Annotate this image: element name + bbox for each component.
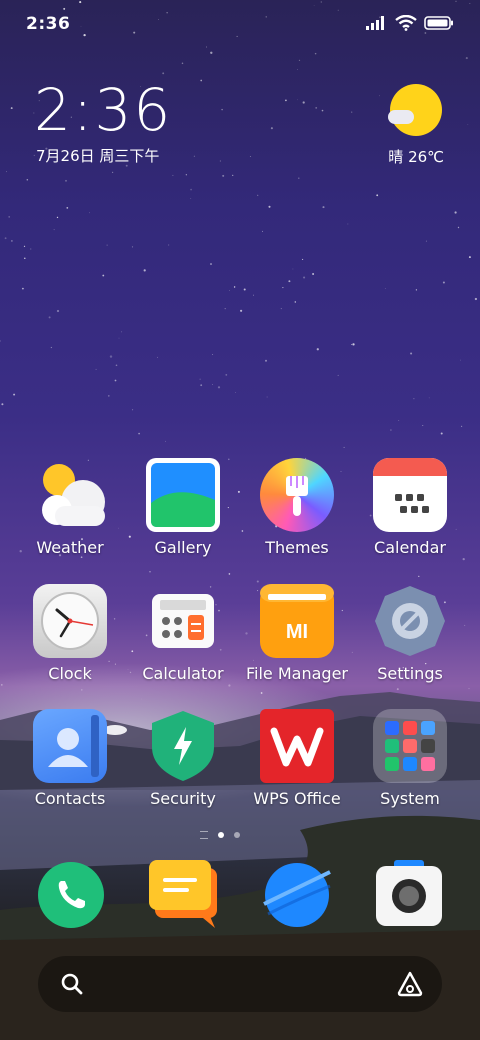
app-calendar[interactable]: Calendar xyxy=(352,458,468,557)
camera-icon xyxy=(376,860,442,926)
clock-widget-date[interactable]: 7月26日 周三下午 xyxy=(36,145,159,166)
file-manager-icon: MI xyxy=(260,584,334,658)
app-label: File Manager xyxy=(246,664,348,683)
app-label: Security xyxy=(150,789,216,808)
app-label: System xyxy=(380,789,440,808)
status-time: 2:36 xyxy=(26,14,71,34)
app-vault-icon[interactable] xyxy=(396,970,424,998)
app-file-manager[interactable]: MI File Manager xyxy=(239,584,355,683)
app-security[interactable]: Security xyxy=(125,709,241,808)
clock-icon xyxy=(33,584,107,658)
weather-widget[interactable]: 晴 26℃ xyxy=(358,80,448,170)
page-dot-active xyxy=(218,832,224,838)
app-settings[interactable]: Settings xyxy=(352,584,468,683)
system-folder-icon xyxy=(373,709,447,783)
battery-icon xyxy=(424,16,453,30)
wifi-icon xyxy=(395,15,417,31)
app-label: Calendar xyxy=(374,538,446,557)
file-manager-badge: MI xyxy=(286,621,308,643)
dock-browser[interactable] xyxy=(260,858,334,932)
calculator-icon xyxy=(146,584,220,658)
app-weather[interactable]: Weather xyxy=(12,458,128,557)
dock-phone[interactable] xyxy=(34,858,108,932)
themes-icon xyxy=(260,458,334,532)
browser-icon xyxy=(263,863,331,927)
app-label: Settings xyxy=(377,664,443,683)
security-icon xyxy=(146,709,220,783)
page-indicator[interactable] xyxy=(200,831,240,839)
weather-cloud xyxy=(388,110,414,124)
app-label: Gallery xyxy=(154,538,212,557)
weather-icon xyxy=(33,458,107,532)
search-bar[interactable] xyxy=(38,956,442,1012)
dock-camera[interactable] xyxy=(372,858,446,932)
app-wps-office[interactable]: WPS Office xyxy=(239,709,355,808)
status-bar: 2:36 xyxy=(0,0,480,50)
wps-office-icon xyxy=(260,709,334,783)
app-label: Calculator xyxy=(142,664,224,683)
page-indicator-menu xyxy=(200,831,208,839)
clock-widget-time[interactable]: 2:36 xyxy=(34,78,172,142)
phone-icon xyxy=(38,862,104,928)
settings-icon xyxy=(373,584,447,658)
app-clock[interactable]: Clock xyxy=(12,584,128,683)
app-label: Clock xyxy=(48,664,92,683)
app-themes[interactable]: Themes xyxy=(239,458,355,557)
weather-widget-text: 晴 26℃ xyxy=(388,148,444,166)
app-label: WPS Office xyxy=(253,789,341,808)
search-icon[interactable] xyxy=(60,972,84,996)
app-gallery[interactable]: Gallery xyxy=(125,458,241,557)
app-calculator[interactable]: Calculator xyxy=(125,584,241,683)
messages-icon xyxy=(149,860,217,928)
gallery-icon xyxy=(146,458,220,532)
calendar-icon xyxy=(373,458,447,532)
status-icons xyxy=(366,15,454,31)
dock-messages[interactable] xyxy=(147,856,221,930)
app-system-folder[interactable]: System xyxy=(352,709,468,808)
page-dot xyxy=(234,832,240,838)
app-label: Themes xyxy=(265,538,329,557)
app-label: Weather xyxy=(36,538,104,557)
app-label: Contacts xyxy=(34,789,106,808)
app-contacts[interactable]: Contacts xyxy=(12,709,128,808)
signal-icon xyxy=(366,16,384,30)
contacts-icon xyxy=(33,709,107,783)
